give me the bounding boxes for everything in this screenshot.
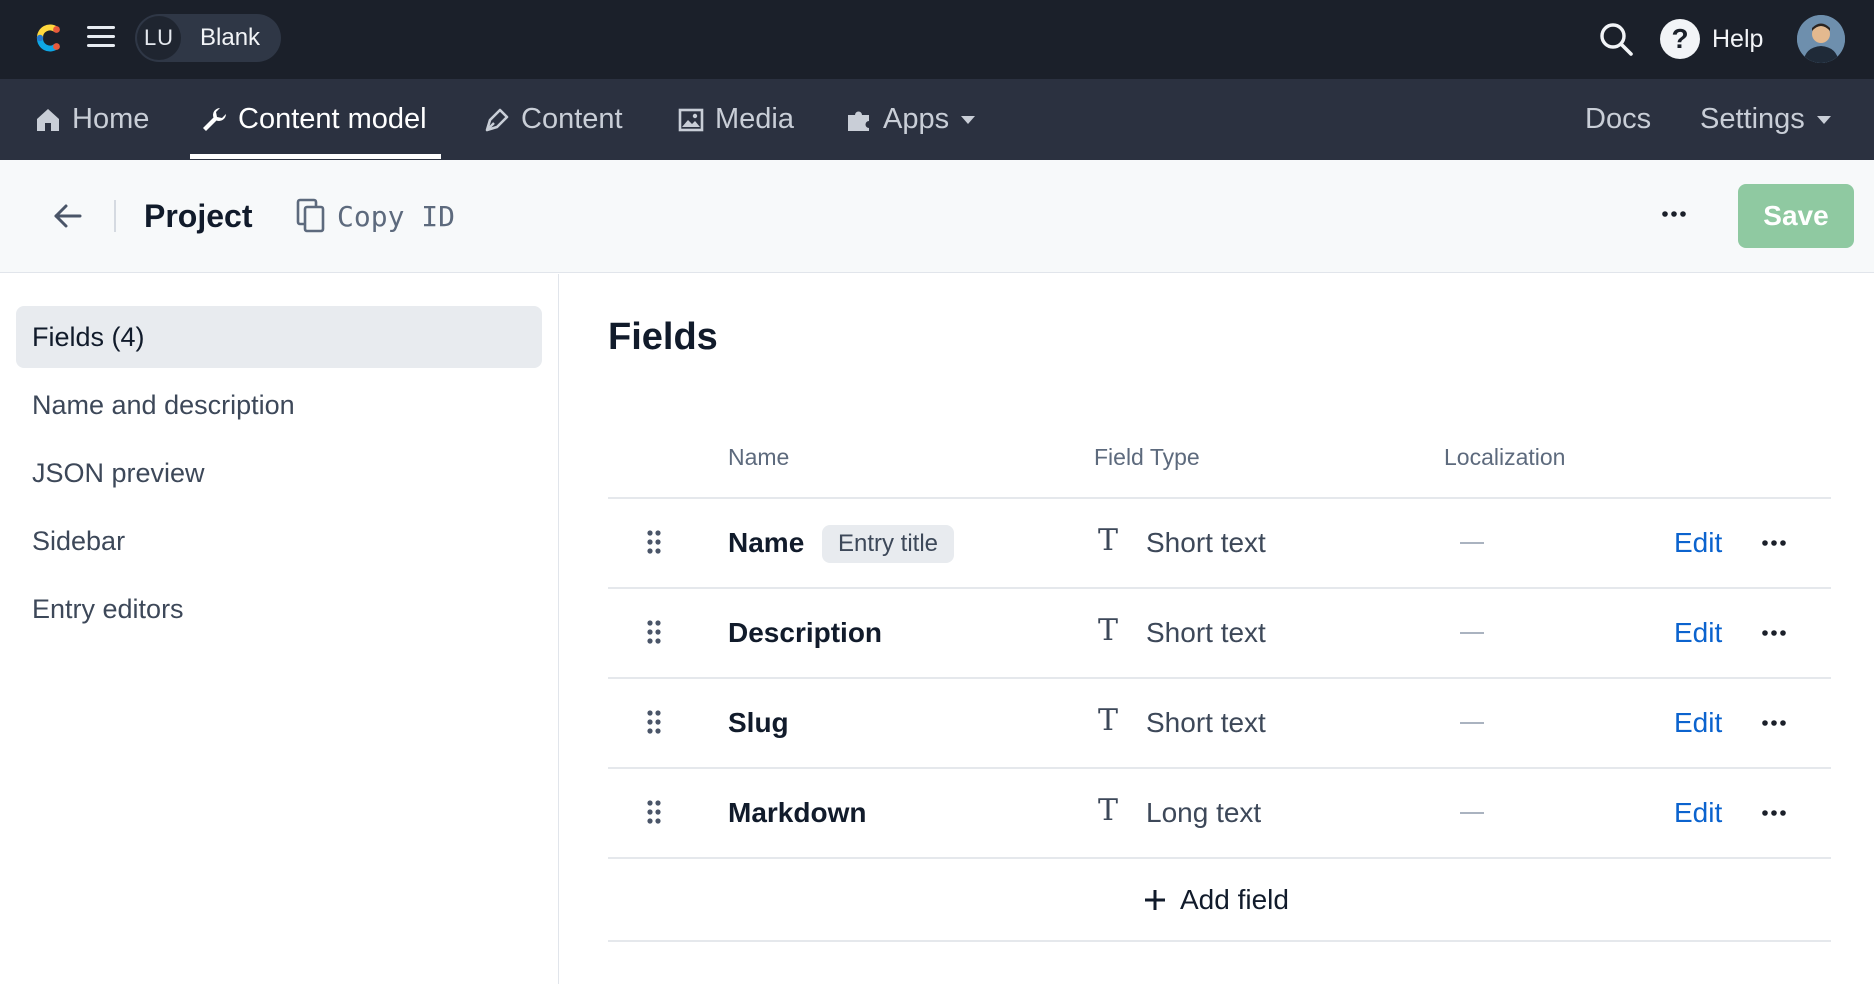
sidebar-item-entry-editors[interactable]: Entry editors (16, 578, 542, 640)
sidebar-item-json-preview[interactable]: JSON preview (16, 442, 542, 504)
table-row: Description T Short text Edit (608, 589, 1831, 677)
chevron-down-icon (961, 115, 976, 124)
sidebar: Fields (4) Name and description JSON pre… (0, 274, 559, 984)
page-title: Project (144, 198, 253, 234)
field-name: Description (728, 617, 883, 648)
field-type: Short text (1146, 707, 1266, 738)
text-type-icon: T (1098, 613, 1119, 648)
copy-id-label: Copy ID (337, 199, 456, 233)
field-name: Name (728, 527, 805, 558)
nav-media[interactable]: Media (677, 79, 794, 160)
contentful-logo[interactable] (32, 20, 68, 56)
user-avatar[interactable] (1797, 15, 1845, 63)
hamburger-menu-icon[interactable] (87, 26, 117, 50)
localization-dash (1460, 812, 1484, 814)
nav-media-label: Media (715, 103, 794, 135)
nav-docs[interactable]: Docs (1585, 79, 1651, 160)
top-bar: LU Blank ? Help (0, 0, 1874, 79)
localization-dash (1460, 722, 1484, 724)
column-header-localization: Localization (1444, 444, 1566, 470)
fields-heading: Fields (608, 316, 718, 358)
edit-field-link[interactable]: Edit (1674, 499, 1722, 587)
pen-icon (485, 108, 509, 131)
copy-icon (296, 198, 325, 233)
search-icon[interactable] (1597, 20, 1635, 58)
page-header: Project Copy ID Save (0, 160, 1874, 273)
sidebar-item-name-and-description[interactable]: Name and description (16, 374, 542, 436)
nav-docs-label: Docs (1585, 103, 1652, 135)
back-arrow-icon[interactable] (52, 200, 84, 232)
space-initials: LU (137, 16, 181, 60)
column-header-name: Name (728, 444, 790, 470)
add-field-button[interactable]: Add field (1144, 876, 1289, 924)
entry-title-badge: Entry title (822, 525, 955, 563)
field-type: Short text (1146, 527, 1266, 558)
table-divider (608, 857, 1831, 859)
text-type-icon: T (1098, 793, 1119, 828)
column-header-field-type: Field Type (1094, 444, 1200, 470)
field-type: Short text (1146, 617, 1266, 648)
copy-id-button[interactable]: Copy ID (295, 196, 455, 236)
nav-content-model-label: Content model (238, 103, 427, 135)
localization-dash (1460, 632, 1484, 634)
nav-settings-label: Settings (1700, 103, 1805, 135)
field-name: Slug (728, 707, 789, 738)
nav-home[interactable]: Home (34, 79, 149, 160)
nav-apps-label: Apps (883, 103, 950, 135)
breadcrumb-separator (114, 200, 116, 232)
save-button[interactable]: Save (1738, 184, 1854, 248)
nav-content-model[interactable]: Content model (200, 79, 427, 160)
puzzle-icon (848, 111, 869, 131)
text-type-icon: T (1098, 703, 1119, 738)
field-type: Long text (1146, 797, 1262, 828)
localization-dash (1460, 542, 1484, 544)
wrench-icon (203, 107, 226, 131)
table-row: Slug T Short text Edit (608, 679, 1831, 767)
chevron-down-icon (1816, 115, 1831, 124)
help-icon[interactable]: ? (1660, 19, 1700, 59)
more-options-icon[interactable] (1660, 200, 1688, 228)
nav-content[interactable]: Content (483, 79, 623, 160)
more-options-icon[interactable] (1760, 709, 1788, 737)
nav-content-label: Content (521, 103, 623, 135)
drag-handle-icon[interactable] (646, 709, 662, 735)
field-name: Markdown (728, 797, 867, 828)
active-tab-indicator (190, 154, 441, 159)
more-options-icon[interactable] (1760, 619, 1788, 647)
table-divider (608, 940, 1831, 942)
space-switcher[interactable]: LU Blank (135, 14, 281, 62)
nav-settings[interactable]: Settings (1700, 79, 1831, 160)
space-name: Blank (200, 24, 261, 51)
table-row: Name Entry title T Short text Edit (608, 499, 1831, 587)
help-link[interactable]: Help (1712, 22, 1763, 56)
edit-field-link[interactable]: Edit (1674, 769, 1722, 857)
home-icon (37, 108, 59, 131)
edit-field-link[interactable]: Edit (1674, 589, 1722, 677)
drag-handle-icon[interactable] (646, 619, 662, 645)
image-icon (678, 108, 704, 131)
sidebar-item-sidebar[interactable]: Sidebar (16, 510, 542, 572)
edit-field-link[interactable]: Edit (1674, 679, 1722, 767)
drag-handle-icon[interactable] (646, 799, 662, 825)
drag-handle-icon[interactable] (646, 529, 662, 555)
nav-apps[interactable]: Apps (845, 79, 976, 160)
more-options-icon[interactable] (1760, 529, 1788, 557)
text-type-icon: T (1098, 523, 1119, 558)
sidebar-item-fields[interactable]: Fields (4) (16, 306, 542, 368)
table-row: Markdown T Long text Edit (608, 769, 1831, 857)
more-options-icon[interactable] (1760, 799, 1788, 827)
main-nav: Home Content model Content Media Apps Do… (0, 79, 1874, 160)
add-field-label: Add field (1180, 884, 1289, 915)
plus-icon (1145, 890, 1165, 910)
nav-home-label: Home (72, 103, 150, 135)
